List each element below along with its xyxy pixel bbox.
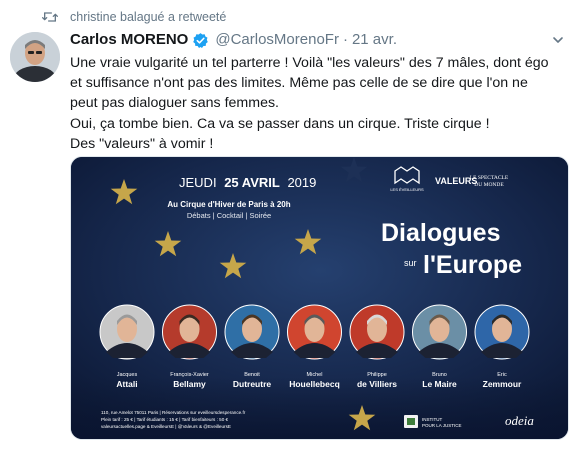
chevron-down-icon[interactable]: [552, 34, 564, 46]
svg-text:INSTITUT: INSTITUT: [422, 417, 442, 422]
speaker-last-name: Le Maire: [422, 379, 457, 389]
speaker-first-name: Benoit: [244, 372, 260, 378]
spectacle-logo-line1: LE SPECTACLE: [470, 175, 509, 181]
speaker-portrait: [287, 304, 342, 360]
tweet: Carlos MORENO @CarlosMorenoFr · 21 avr. …: [70, 30, 570, 154]
speaker-portrait: [162, 304, 217, 360]
speaker-portrait: [412, 304, 467, 360]
speaker-last-name: Houellebecq: [289, 379, 340, 389]
tweet-timestamp[interactable]: 21 avr.: [352, 30, 397, 50]
speaker-last-name: Dutreutre: [233, 379, 272, 389]
speaker-first-name: Bruno: [432, 372, 447, 378]
tweet-media-image[interactable]: JEUDI 25 AVRIL 2019 Au Cirque d'Hiver de…: [70, 156, 569, 440]
tweet-text-line: peut pas dialoguer sans femmes.: [70, 95, 279, 112]
poster-title-line1: Dialogues: [381, 219, 500, 247]
header-separator: ·: [342, 31, 348, 48]
author-avatar[interactable]: [10, 32, 60, 82]
tweet-text-line: Une vraie vulgarité un tel parterre ! Vo…: [70, 55, 549, 71]
poster-date-year: 2019: [287, 175, 316, 190]
poster-footer-prices: Plein tarif : 25 € | Tarif étudiants : 1…: [101, 417, 229, 422]
poster-date-main: 25 AVRIL: [224, 175, 280, 190]
author-handle[interactable]: @CarlosMorenoFr: [215, 30, 339, 50]
tweet-text: Une vraie vulgarité un tel parterre ! Vo…: [70, 53, 562, 154]
svg-text:LES ÉVEILLEURS: LES ÉVEILLEURS: [390, 187, 424, 192]
speaker-first-name: Michel: [307, 372, 323, 378]
retweet-label[interactable]: christine balagué a retweeté: [70, 10, 226, 24]
speaker-last-name: de Villiers: [357, 379, 397, 389]
speaker-portrait: [474, 304, 530, 360]
tweet-header: Carlos MORENO @CarlosMorenoFr · 21 avr.: [70, 30, 570, 50]
poster-program: Débats | Cocktail | Soirée: [187, 211, 271, 220]
speaker-portrait: [99, 304, 155, 360]
retweet-context: christine balagué a retweeté: [42, 8, 226, 26]
tweet-text-line: Des "valeurs" à vomir !: [70, 135, 214, 152]
author-name[interactable]: Carlos MORENO: [70, 30, 188, 50]
poster-date-prefix: JEUDI: [179, 175, 217, 190]
speaker-first-name: Jacques: [117, 372, 138, 378]
tweet-text-line: Oui, ça tombe bien. Ca va se passer dans…: [70, 115, 490, 132]
speaker-first-name: Eric: [497, 372, 507, 378]
poster-venue: Au Cirque d'Hiver de Paris à 20h: [167, 200, 290, 209]
tweet-text-line: et suffisance n'ont pas des limites. Mêm…: [70, 75, 528, 92]
svg-text:POUR LA JUSTICE: POUR LA JUSTICE: [422, 423, 462, 428]
spectacle-logo-line2: DU MONDE: [474, 182, 504, 188]
speaker-first-name: François-Xavier: [170, 372, 209, 378]
speaker-portrait: [349, 304, 405, 360]
poster-footer-address: 110, rue Amelot 75011 Paris | Réservatio…: [101, 410, 246, 415]
event-poster: JEUDI 25 AVRIL 2019 Au Cirque d'Hiver de…: [71, 157, 568, 439]
poster-title-line2: l'Europe: [423, 251, 522, 279]
svg-text:JEUDI 25 AVRIL 201: JEUDI 25 AVRIL 2019: [179, 175, 316, 190]
speaker-last-name: Attali: [116, 379, 137, 389]
poster-title-sur: sur: [404, 258, 417, 268]
speaker-last-name: Zemmour: [483, 379, 522, 389]
odeia-logo: odeia: [505, 413, 534, 428]
speaker-first-name: Philippe: [367, 372, 387, 378]
poster-footer-social: valeursactuelles.page & EveilleursE | @V…: [101, 424, 231, 429]
speaker-last-name: Bellamy: [173, 379, 206, 389]
verified-badge-icon: [193, 32, 209, 48]
retweet-icon: [42, 12, 58, 22]
speaker-portrait: [224, 304, 280, 360]
